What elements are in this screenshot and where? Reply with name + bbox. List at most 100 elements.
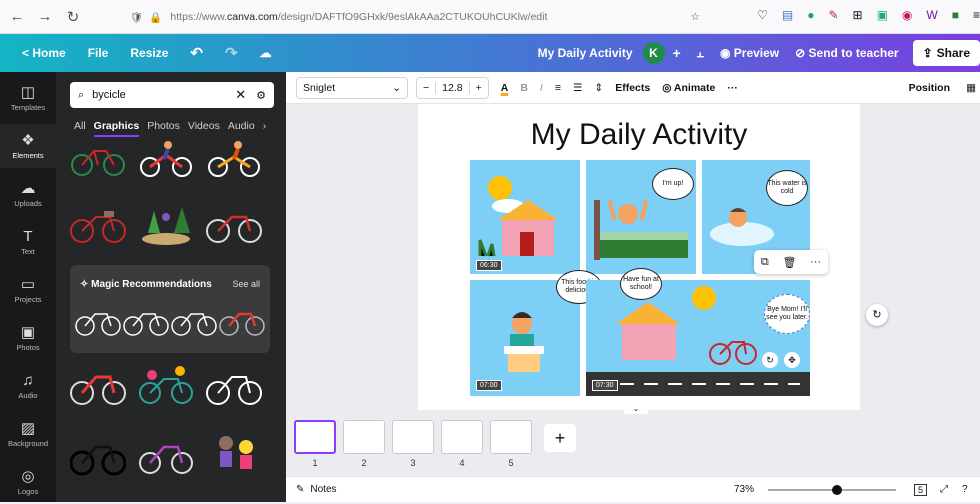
pocket-icon[interactable]: ♡ (757, 8, 768, 22)
preview-button[interactable]: ◉ Preview (720, 46, 779, 60)
add-collaborator-icon[interactable]: + (673, 45, 681, 61)
rail-background[interactable]: ▨ Background (0, 412, 56, 456)
rail-logos[interactable]: ◎ Logos (0, 460, 56, 504)
rail-uploads[interactable]: ☁ Uploads (0, 172, 56, 216)
cyclist-scene-graphic[interactable] (138, 202, 194, 248)
rotate-icon[interactable]: ↻ (762, 352, 778, 368)
menu-icon[interactable]: ≡ (973, 8, 980, 22)
extension-icon-7[interactable]: ■ (952, 8, 959, 22)
bicycle-outline-graphic[interactable] (170, 299, 218, 345)
insights-icon[interactable]: ⫠ (697, 46, 704, 61)
speech-bubble-selected[interactable]: Bye Mom! I'll see you later. (764, 294, 810, 334)
share-button[interactable]: ⇪ Share (912, 40, 980, 66)
bicycle-graphic[interactable] (206, 202, 262, 248)
search-input[interactable]: ⌕ bycicle ✕ ⚙ (70, 82, 274, 108)
file-menu[interactable]: File (88, 46, 109, 60)
help-icon[interactable]: ? (962, 484, 968, 495)
extension-icon-1[interactable]: ▤ (782, 8, 793, 22)
bicycle-red-graphic[interactable] (218, 299, 266, 345)
zoom-slider[interactable] (768, 485, 896, 495)
fullscreen-icon[interactable]: ⤢ (940, 484, 948, 495)
extension-icon-2[interactable]: ● (807, 8, 814, 22)
page-count[interactable]: 5 (914, 483, 928, 496)
rail-projects[interactable]: ▭ Projects (0, 268, 56, 312)
cyclist-graphic[interactable] (206, 136, 262, 182)
extension-icon-6[interactable]: W (926, 8, 937, 22)
tab-all[interactable]: All (74, 120, 86, 137)
position-button[interactable]: Position (909, 82, 950, 94)
page-thumb-3[interactable] (392, 420, 434, 454)
flower-bicycle-graphic[interactable] (138, 362, 194, 408)
see-all-link[interactable]: See all (232, 279, 260, 289)
add-page-button[interactable]: + (544, 424, 576, 452)
notes-icon[interactable]: ✎ (296, 484, 304, 495)
undo-icon[interactable]: ↶ (190, 44, 203, 62)
speech-bubble[interactable]: This water is cold (766, 170, 808, 206)
bicycle-graphic[interactable] (70, 362, 126, 408)
increase-size-button[interactable]: + (470, 82, 488, 94)
redo-icon[interactable]: ↷ (225, 44, 238, 62)
speech-bubble[interactable]: Have fun at school! (620, 268, 662, 300)
text-color-icon[interactable]: A (501, 82, 509, 94)
rail-photos[interactable]: ▣ Photos (0, 316, 56, 360)
list-icon[interactable]: ☰ (573, 82, 582, 94)
rail-elements[interactable]: ❖ Elements (0, 124, 56, 168)
trash-icon[interactable]: 🗑 (782, 256, 796, 269)
animate-button[interactable]: ◎ Animate (662, 82, 715, 94)
italic-icon[interactable]: I (540, 82, 543, 94)
bicycle-graphic[interactable] (70, 202, 126, 248)
forward-icon[interactable]: → (34, 8, 56, 25)
pen-icon[interactable]: ✎ (828, 8, 838, 22)
bold-icon[interactable]: B (520, 82, 528, 94)
reload-icon[interactable]: ↻ (62, 8, 84, 26)
cyclist-graphic[interactable] (138, 136, 194, 182)
extension-icon-5[interactable]: ◉ (902, 8, 912, 22)
align-center-icon[interactable]: ≡ (555, 82, 561, 94)
font-size-stepper[interactable]: − 12.8 + (416, 76, 489, 99)
page-thumb-1[interactable] (294, 420, 336, 454)
design-title[interactable]: My Daily Activity (538, 46, 633, 60)
bicycle-outline-graphic[interactable] (206, 362, 262, 408)
bicycle-outline-graphic[interactable] (74, 299, 122, 345)
font-size-value[interactable]: 12.8 (435, 81, 470, 94)
effects-button[interactable]: Effects (615, 82, 650, 94)
bicycle-graphic[interactable] (138, 432, 194, 478)
more-icon[interactable]: ··· (810, 256, 821, 268)
panel-wake-up[interactable]: I'm up! (586, 160, 696, 274)
spacing-icon[interactable]: ⇕ (594, 82, 603, 94)
page-thumb-2[interactable] (343, 420, 385, 454)
design-page[interactable]: My Daily Activity 06:30 I'm up! This wat… (418, 104, 860, 410)
page-thumb-5[interactable] (490, 420, 532, 454)
filter-icon[interactable]: ⚙ (256, 89, 266, 102)
bookmark-star-icon[interactable]: ☆ (691, 11, 700, 23)
chevron-right-icon[interactable]: › (263, 120, 267, 137)
font-family-select[interactable]: Sniglet ⌄ (296, 76, 408, 99)
duplicate-icon[interactable]: ⧉ (761, 256, 769, 269)
resize-button[interactable]: Resize (130, 46, 168, 60)
zoom-slider-thumb[interactable] (832, 485, 842, 495)
kids-cycling-graphic[interactable] (206, 432, 262, 478)
bicycle-graphic[interactable] (70, 136, 126, 182)
rail-text[interactable]: T Text (0, 220, 56, 264)
tab-graphics[interactable]: Graphics (93, 120, 140, 137)
notes-button[interactable]: Notes (310, 484, 336, 495)
panel-house[interactable]: 06:30 (470, 160, 580, 274)
send-to-teacher-button[interactable]: ⊘ Send to teacher (795, 46, 898, 60)
more-icon[interactable]: ··· (727, 82, 738, 94)
home-button[interactable]: < Home (22, 46, 66, 60)
speech-bubble[interactable]: I'm up! (652, 168, 694, 200)
bicycle-outline-graphic[interactable] (122, 299, 170, 345)
avatar[interactable]: K (642, 42, 665, 64)
back-icon[interactable]: ← (6, 8, 28, 25)
transparency-icon[interactable]: ▦ (966, 82, 976, 94)
page-thumb-4[interactable] (441, 420, 483, 454)
decrease-size-button[interactable]: − (417, 82, 435, 94)
magic-switch-icon[interactable]: ↻ (866, 304, 888, 326)
address-bar[interactable]: 🛡 🔒 https://www.canva.com/design/DAFTfO9… (130, 7, 720, 27)
bicycle-graphic[interactable] (70, 432, 126, 478)
tab-audio[interactable]: Audio (228, 120, 255, 137)
move-icon[interactable]: ✥ (784, 352, 800, 368)
extension-icon-3[interactable]: ⊞ (853, 8, 863, 22)
rail-audio[interactable]: ♫ Audio (0, 364, 56, 408)
design-heading[interactable]: My Daily Activity (418, 118, 860, 152)
